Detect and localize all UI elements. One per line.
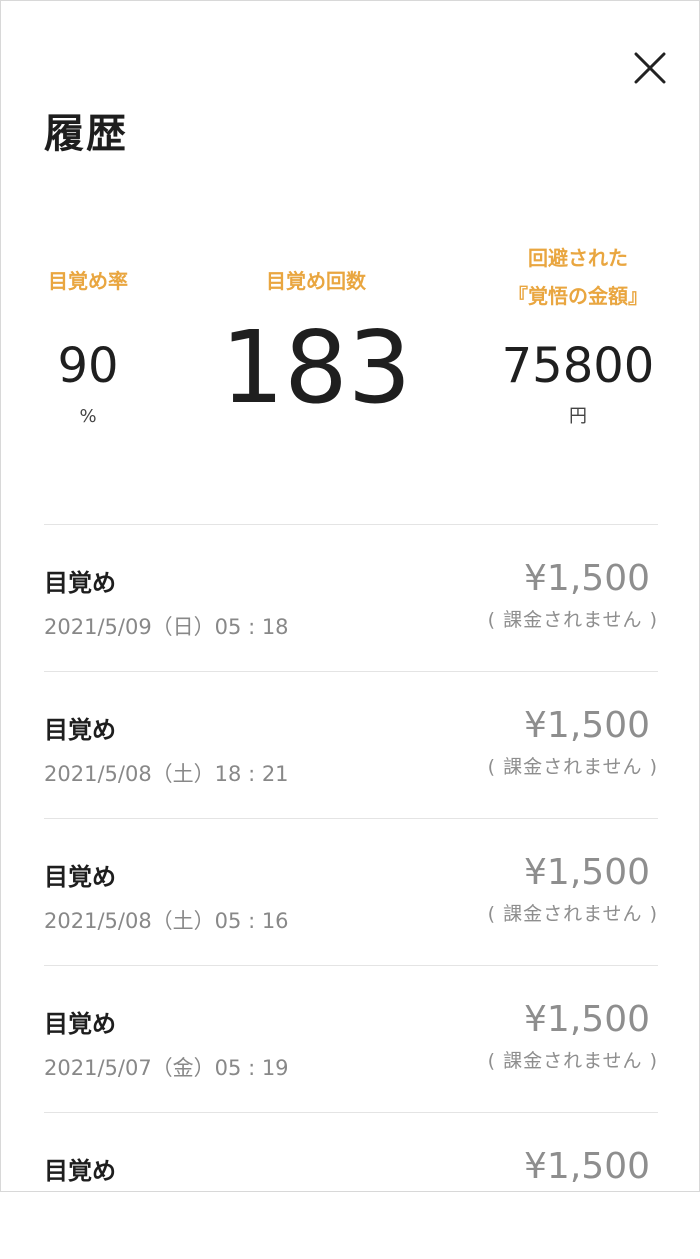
history-row-title: 目覚め bbox=[44, 1157, 116, 1185]
history-row-datetime: 2021/5/07（金）05 : 19 bbox=[44, 1056, 289, 1080]
history-row-datetime: 2021/5/08（土）18 : 21 bbox=[44, 762, 289, 786]
avoided-amount-unit: 円 bbox=[569, 406, 587, 427]
wake-count-value: 183 bbox=[220, 309, 412, 426]
avoided-amount-label-line1: 回避された bbox=[528, 246, 628, 270]
history-row[interactable]: 目覚め 2021/5/07（金）05 : 19 ¥1,500 ( 課金されません… bbox=[44, 965, 658, 1112]
history-row[interactable]: 目覚め 2021/5/08（土）05 : 16 ¥1,500 ( 課金されません… bbox=[44, 818, 658, 965]
history-row-title: 目覚め bbox=[44, 716, 116, 744]
history-row[interactable]: 目覚め 2021/5/09（日）05 : 18 ¥1,500 ( 課金されません… bbox=[44, 524, 658, 671]
history-row-amount: ¥1,500 bbox=[524, 1146, 650, 1187]
history-row-note: ( 課金されません ) bbox=[487, 1050, 658, 1072]
history-list: 目覚め 2021/5/09（日）05 : 18 ¥1,500 ( 課金されません… bbox=[44, 524, 658, 1259]
history-row-amount: ¥1,500 bbox=[524, 705, 650, 746]
history-row-amount: ¥1,500 bbox=[524, 999, 650, 1040]
avoided-amount-label-line2: 『覚悟の金額』 bbox=[508, 284, 648, 308]
history-row[interactable]: 目覚め 2021/5/08（土）18 : 21 ¥1,500 ( 課金されません… bbox=[44, 671, 658, 818]
history-row-datetime: 2021/5/09（日）05 : 18 bbox=[44, 615, 289, 639]
wake-rate-label: 目覚め率 bbox=[48, 269, 128, 293]
history-row-amount: ¥1,500 bbox=[524, 852, 650, 893]
close-icon bbox=[634, 52, 666, 84]
wake-rate-unit: % bbox=[79, 406, 97, 427]
history-row[interactable]: 目覚め ¥1,500 bbox=[44, 1112, 658, 1259]
history-row-datetime: 2021/5/08（土）05 : 16 bbox=[44, 909, 289, 933]
history-row-note: ( 課金されません ) bbox=[487, 903, 658, 925]
history-row-note: ( 課金されません ) bbox=[487, 756, 658, 778]
close-button[interactable] bbox=[626, 44, 674, 92]
avoided-amount-value: 75800 bbox=[501, 338, 655, 394]
history-row-note: ( 課金されません ) bbox=[487, 609, 658, 631]
wake-count-label: 目覚め回数 bbox=[266, 269, 366, 293]
history-row-title: 目覚め bbox=[44, 863, 116, 891]
history-row-amount: ¥1,500 bbox=[524, 558, 650, 599]
history-row-title: 目覚め bbox=[44, 1010, 116, 1038]
page-title: 履歴 bbox=[44, 111, 128, 157]
wake-rate-value: 90 bbox=[57, 338, 119, 394]
history-row-title: 目覚め bbox=[44, 569, 116, 597]
